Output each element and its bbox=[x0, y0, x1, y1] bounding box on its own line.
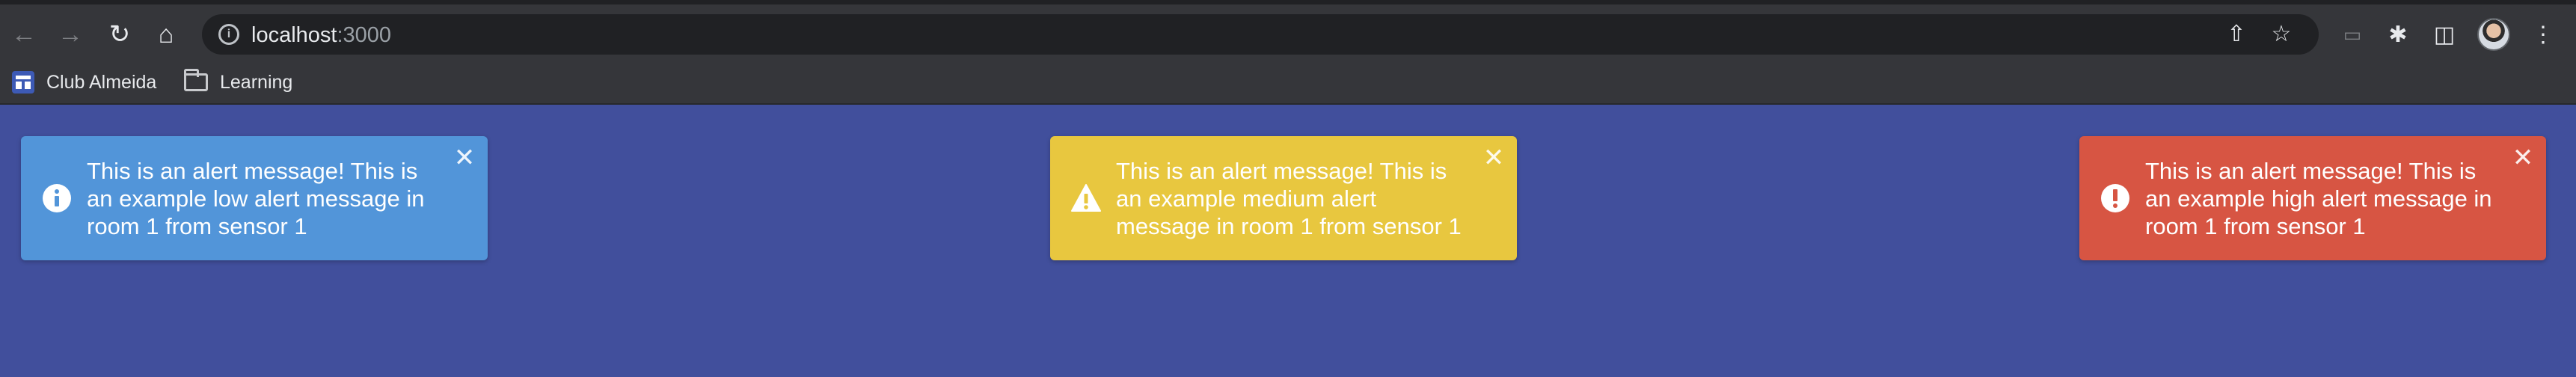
close-icon[interactable]: ✕ bbox=[1482, 145, 1505, 171]
back-icon[interactable]: ← bbox=[7, 18, 40, 51]
home-icon[interactable]: ⌂ bbox=[150, 18, 183, 51]
bookmark-label: Club Almeida bbox=[46, 71, 157, 93]
bookmark-club-almeida[interactable]: Club Almeida bbox=[12, 67, 156, 97]
extensions-icon[interactable]: ✱ bbox=[2382, 18, 2414, 51]
address-bar[interactable]: i localhost:3000 ⇧ ☆ bbox=[202, 14, 2319, 55]
forward-icon[interactable]: → bbox=[54, 18, 87, 51]
bookmark-learning[interactable]: Learning bbox=[184, 67, 292, 97]
alert-message: This is an alert message! This is an exa… bbox=[2145, 158, 2492, 239]
alert-medium: This is an alert message! This is an exa… bbox=[1050, 136, 1517, 260]
alert-high: This is an alert message! This is an exa… bbox=[2079, 136, 2546, 260]
menu-icon[interactable]: ⋮ bbox=[2527, 18, 2560, 51]
cast-icon[interactable]: ▭ bbox=[2336, 18, 2369, 51]
profile-avatar[interactable] bbox=[2477, 18, 2510, 51]
alert-low: This is an alert message! This is an exa… bbox=[21, 136, 488, 260]
page-content: This is an alert message! This is an exa… bbox=[0, 106, 2576, 377]
bookmark-label: Learning bbox=[220, 71, 293, 93]
reload-icon[interactable]: ↻ bbox=[103, 18, 136, 51]
app-icon bbox=[12, 71, 34, 94]
bookmark-star-icon[interactable]: ☆ bbox=[2268, 21, 2295, 48]
browser-toolbar: ← → ↻ ⌂ i localhost:3000 ⇧ ☆ ▭ ✱ ◫ ⋮ bbox=[0, 0, 2576, 60]
side-panel-icon[interactable]: ◫ bbox=[2428, 18, 2461, 51]
site-info-icon[interactable]: i bbox=[218, 24, 239, 45]
address-url[interactable]: localhost:3000 bbox=[251, 23, 391, 48]
alert-message: This is an alert message! This is an exa… bbox=[87, 158, 425, 239]
warning-icon bbox=[1071, 184, 1101, 212]
close-icon[interactable]: ✕ bbox=[2512, 145, 2534, 171]
alert-message: This is an alert message! This is an exa… bbox=[1116, 158, 1462, 239]
close-icon[interactable]: ✕ bbox=[453, 145, 476, 171]
folder-icon bbox=[184, 69, 208, 91]
info-icon bbox=[43, 184, 71, 212]
url-host: localhost bbox=[251, 23, 337, 47]
error-icon bbox=[2101, 184, 2129, 212]
share-icon[interactable]: ⇧ bbox=[2223, 21, 2250, 48]
bookmarks-bar: Club Almeida Learning bbox=[0, 60, 2576, 105]
url-port: :3000 bbox=[337, 23, 392, 47]
